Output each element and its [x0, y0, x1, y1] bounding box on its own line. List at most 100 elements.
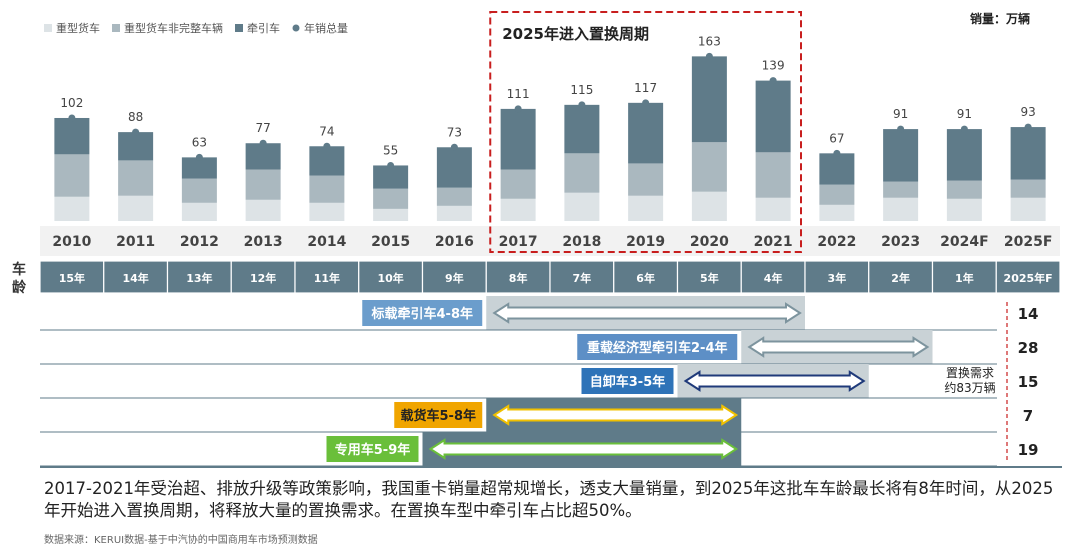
footnote: 2017-2021年受治超、排放升级等政策影响，我国重卡销量超常规增长，透支大量…	[44, 479, 1054, 520]
age-range-arrow	[492, 302, 802, 324]
bar-segment	[755, 152, 791, 198]
total-label: 93	[1020, 105, 1035, 119]
bar-segment	[946, 180, 982, 199]
replacement-note: 置换需求	[946, 366, 994, 380]
chart-legend: 重型货车 重型货车非完整车辆 牵引车 年销总量	[44, 21, 348, 35]
total-label: 55	[383, 143, 398, 157]
age-range-rows: 标载牵引车4-8年 14 重载经济型牵引车2-4年 28 自卸车3-5年 15 载货车5-8…	[40, 296, 1062, 468]
total-dot	[132, 128, 140, 136]
replacement-value: 7	[1023, 407, 1033, 425]
total-dot	[578, 101, 586, 109]
legend-label: 牵引车	[247, 21, 280, 35]
total-dot	[833, 149, 841, 157]
age-cell-label: 5年	[700, 271, 719, 285]
bar-segment	[755, 197, 791, 221]
bar-segment	[500, 169, 536, 199]
age-cell-label: 13年	[186, 271, 212, 285]
bar-segment	[883, 197, 919, 221]
age-cell-label: 7年	[573, 271, 592, 285]
bar-segment	[883, 181, 919, 198]
total-dot	[769, 77, 777, 85]
total-label: 139	[762, 59, 785, 73]
bar-segment	[54, 117, 90, 155]
bar-segment	[819, 184, 855, 205]
bar-segment	[628, 163, 664, 196]
age-axis-title: 车	[12, 261, 26, 278]
age-range-arrow	[747, 336, 930, 358]
total-label: 102	[60, 96, 83, 110]
x-tick-label: 2022	[817, 234, 856, 250]
bars-group: 102 2010 88 2011 63 2012 77 2013 74 2014 55 2015 73 2…	[52, 34, 1052, 250]
legend-swatch	[235, 24, 243, 32]
bar-segment	[628, 102, 664, 164]
unit-label: 销量：万辆	[970, 11, 1030, 26]
age-range-label: 专用车5-9年	[335, 442, 411, 458]
total-dot	[897, 125, 905, 133]
replacement-value: 14	[1018, 305, 1039, 323]
bar-segment	[564, 192, 600, 221]
age-axis: 车龄 15年 14年 13年 12年 11年 10年 9年 8年 7年 6年 5年 4年 3年 2年 1年 20…	[12, 260, 1061, 296]
bar-segment	[54, 196, 90, 221]
total-label: 88	[128, 110, 143, 124]
bar-segment	[373, 188, 409, 209]
data-source: 数据来源：KERUI数据-基于中汽协的中国商用车市场预测数据	[44, 535, 318, 546]
bar-segment	[500, 108, 536, 170]
age-axis-title: 龄	[12, 279, 27, 296]
x-tick-label: 2017	[499, 234, 538, 250]
replacement-note: 约83万辆	[944, 380, 995, 395]
bar-segment	[819, 204, 855, 221]
bar-segment	[628, 195, 664, 221]
total-dot	[1024, 123, 1032, 131]
total-label: 91	[957, 107, 972, 121]
bar-segment	[245, 199, 281, 221]
x-tick-label: 2011	[116, 234, 155, 250]
highlight-label: 2025年进入置换周期	[502, 25, 649, 43]
total-dot	[705, 52, 713, 60]
bar-segment	[118, 160, 154, 196]
total-label: 67	[829, 131, 844, 145]
total-dot	[68, 114, 76, 122]
age-cell-label: 14年	[122, 271, 148, 285]
total-dot	[259, 139, 267, 147]
bar-segment	[819, 153, 855, 185]
age-range-label: 重载经济型牵引车2-4年	[587, 340, 728, 356]
bar-segment	[755, 80, 791, 153]
total-dot	[387, 161, 395, 169]
age-cell-label: 2025年F	[1004, 271, 1053, 285]
bar-segment	[309, 146, 345, 176]
x-tick-label: 2013	[244, 234, 283, 250]
x-tick-label: 2010	[52, 234, 91, 250]
total-label: 117	[634, 81, 657, 95]
age-cell-label: 2年	[891, 271, 910, 285]
bar-segment	[691, 191, 727, 221]
age-range-label: 标载牵引车4-8年	[371, 306, 474, 322]
bar-segment	[500, 198, 536, 221]
total-label: 63	[192, 135, 207, 149]
total-dot	[960, 125, 968, 133]
bar-segment	[181, 202, 217, 221]
x-tick-label: 2025F	[1004, 234, 1053, 250]
bar-segment	[1010, 179, 1046, 198]
age-cell-label: 8年	[509, 271, 528, 285]
age-cell-label: 3年	[828, 271, 847, 285]
total-label: 111	[507, 87, 530, 101]
x-tick-label: 2015	[371, 234, 410, 250]
bar-segment	[373, 208, 409, 221]
bar-segment	[309, 202, 345, 221]
bar-segment	[118, 132, 154, 161]
replacement-value: 15	[1018, 373, 1039, 391]
x-tick-label: 2014	[307, 234, 346, 250]
legend-swatch	[112, 24, 120, 32]
total-dot	[514, 105, 522, 113]
legend-dot	[292, 24, 300, 32]
bar-segment	[181, 178, 217, 203]
bar-segment	[691, 142, 727, 192]
total-label: 77	[255, 121, 270, 135]
age-range-arrow	[492, 404, 739, 426]
bar-segment	[1010, 127, 1046, 180]
x-tick-label: 2024F	[940, 234, 989, 250]
total-label: 74	[319, 124, 334, 138]
age-cell-label: 6年	[636, 271, 655, 285]
age-range-label: 自卸车3-5年	[590, 374, 666, 390]
bar-segment	[245, 169, 281, 200]
